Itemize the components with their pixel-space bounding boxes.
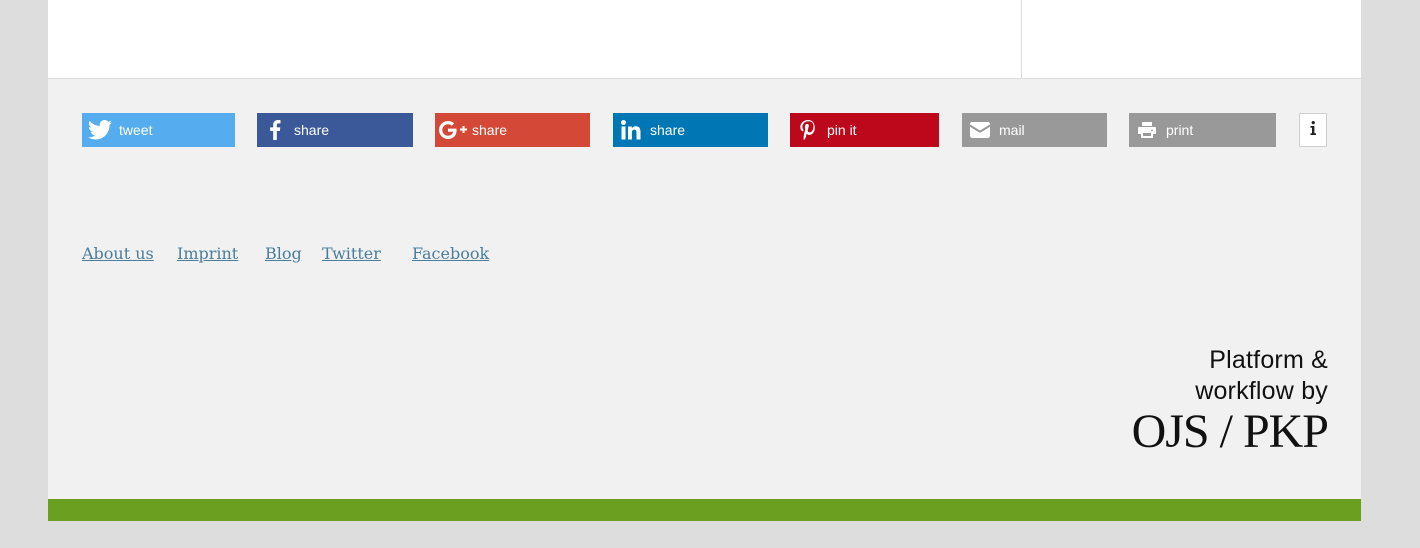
facebook-share-button[interactable]: share [257, 113, 413, 147]
tweet-button[interactable]: tweet [82, 113, 235, 147]
page-container: tweet share share share pin it mail prin… [48, 0, 1361, 521]
pinterest-icon [790, 113, 826, 147]
facebook-icon [257, 113, 293, 147]
footer-link-blog[interactable]: Blog [265, 244, 302, 263]
brand-tagline-line1: Platform & [1209, 346, 1328, 374]
mail-share-label: mail [999, 122, 1025, 138]
tweet-label: tweet [119, 122, 153, 138]
mail-share-button[interactable]: mail [962, 113, 1107, 147]
facebook-share-label: share [294, 122, 330, 138]
brand-tagline-line2: workflow by [1195, 377, 1328, 405]
footer-link-about-us[interactable]: About us [82, 244, 154, 263]
print-button[interactable]: print [1129, 113, 1276, 147]
pinterest-pin-button[interactable]: pin it [790, 113, 939, 147]
ojs-pkp-brand-link[interactable]: Platform & workflow by OJS / PKP [1132, 346, 1329, 461]
envelope-icon [962, 113, 998, 147]
pinterest-pin-label: pin it [827, 122, 857, 138]
content-area [48, 0, 1361, 79]
footer-link-twitter[interactable]: Twitter [322, 244, 381, 263]
google-plus-share-button[interactable]: share [435, 113, 590, 147]
print-label: print [1166, 122, 1194, 138]
google-plus-icon [435, 113, 471, 147]
main-content [48, 0, 1021, 78]
footer-link-imprint[interactable]: Imprint [177, 244, 238, 263]
twitter-icon [82, 113, 118, 147]
linkedin-share-button[interactable]: share [613, 113, 768, 147]
sidebar [1021, 0, 1362, 78]
info-icon [1310, 120, 1316, 140]
google-plus-share-label: share [472, 122, 508, 138]
ojs-pkp-logo: OJS / PKP [1131, 405, 1329, 458]
linkedin-share-label: share [650, 122, 686, 138]
linkedin-icon [613, 113, 649, 147]
footer-accent-bar [48, 499, 1361, 521]
printer-icon [1129, 113, 1165, 147]
share-info-button[interactable] [1299, 113, 1327, 147]
footer-link-facebook[interactable]: Facebook [412, 244, 489, 263]
